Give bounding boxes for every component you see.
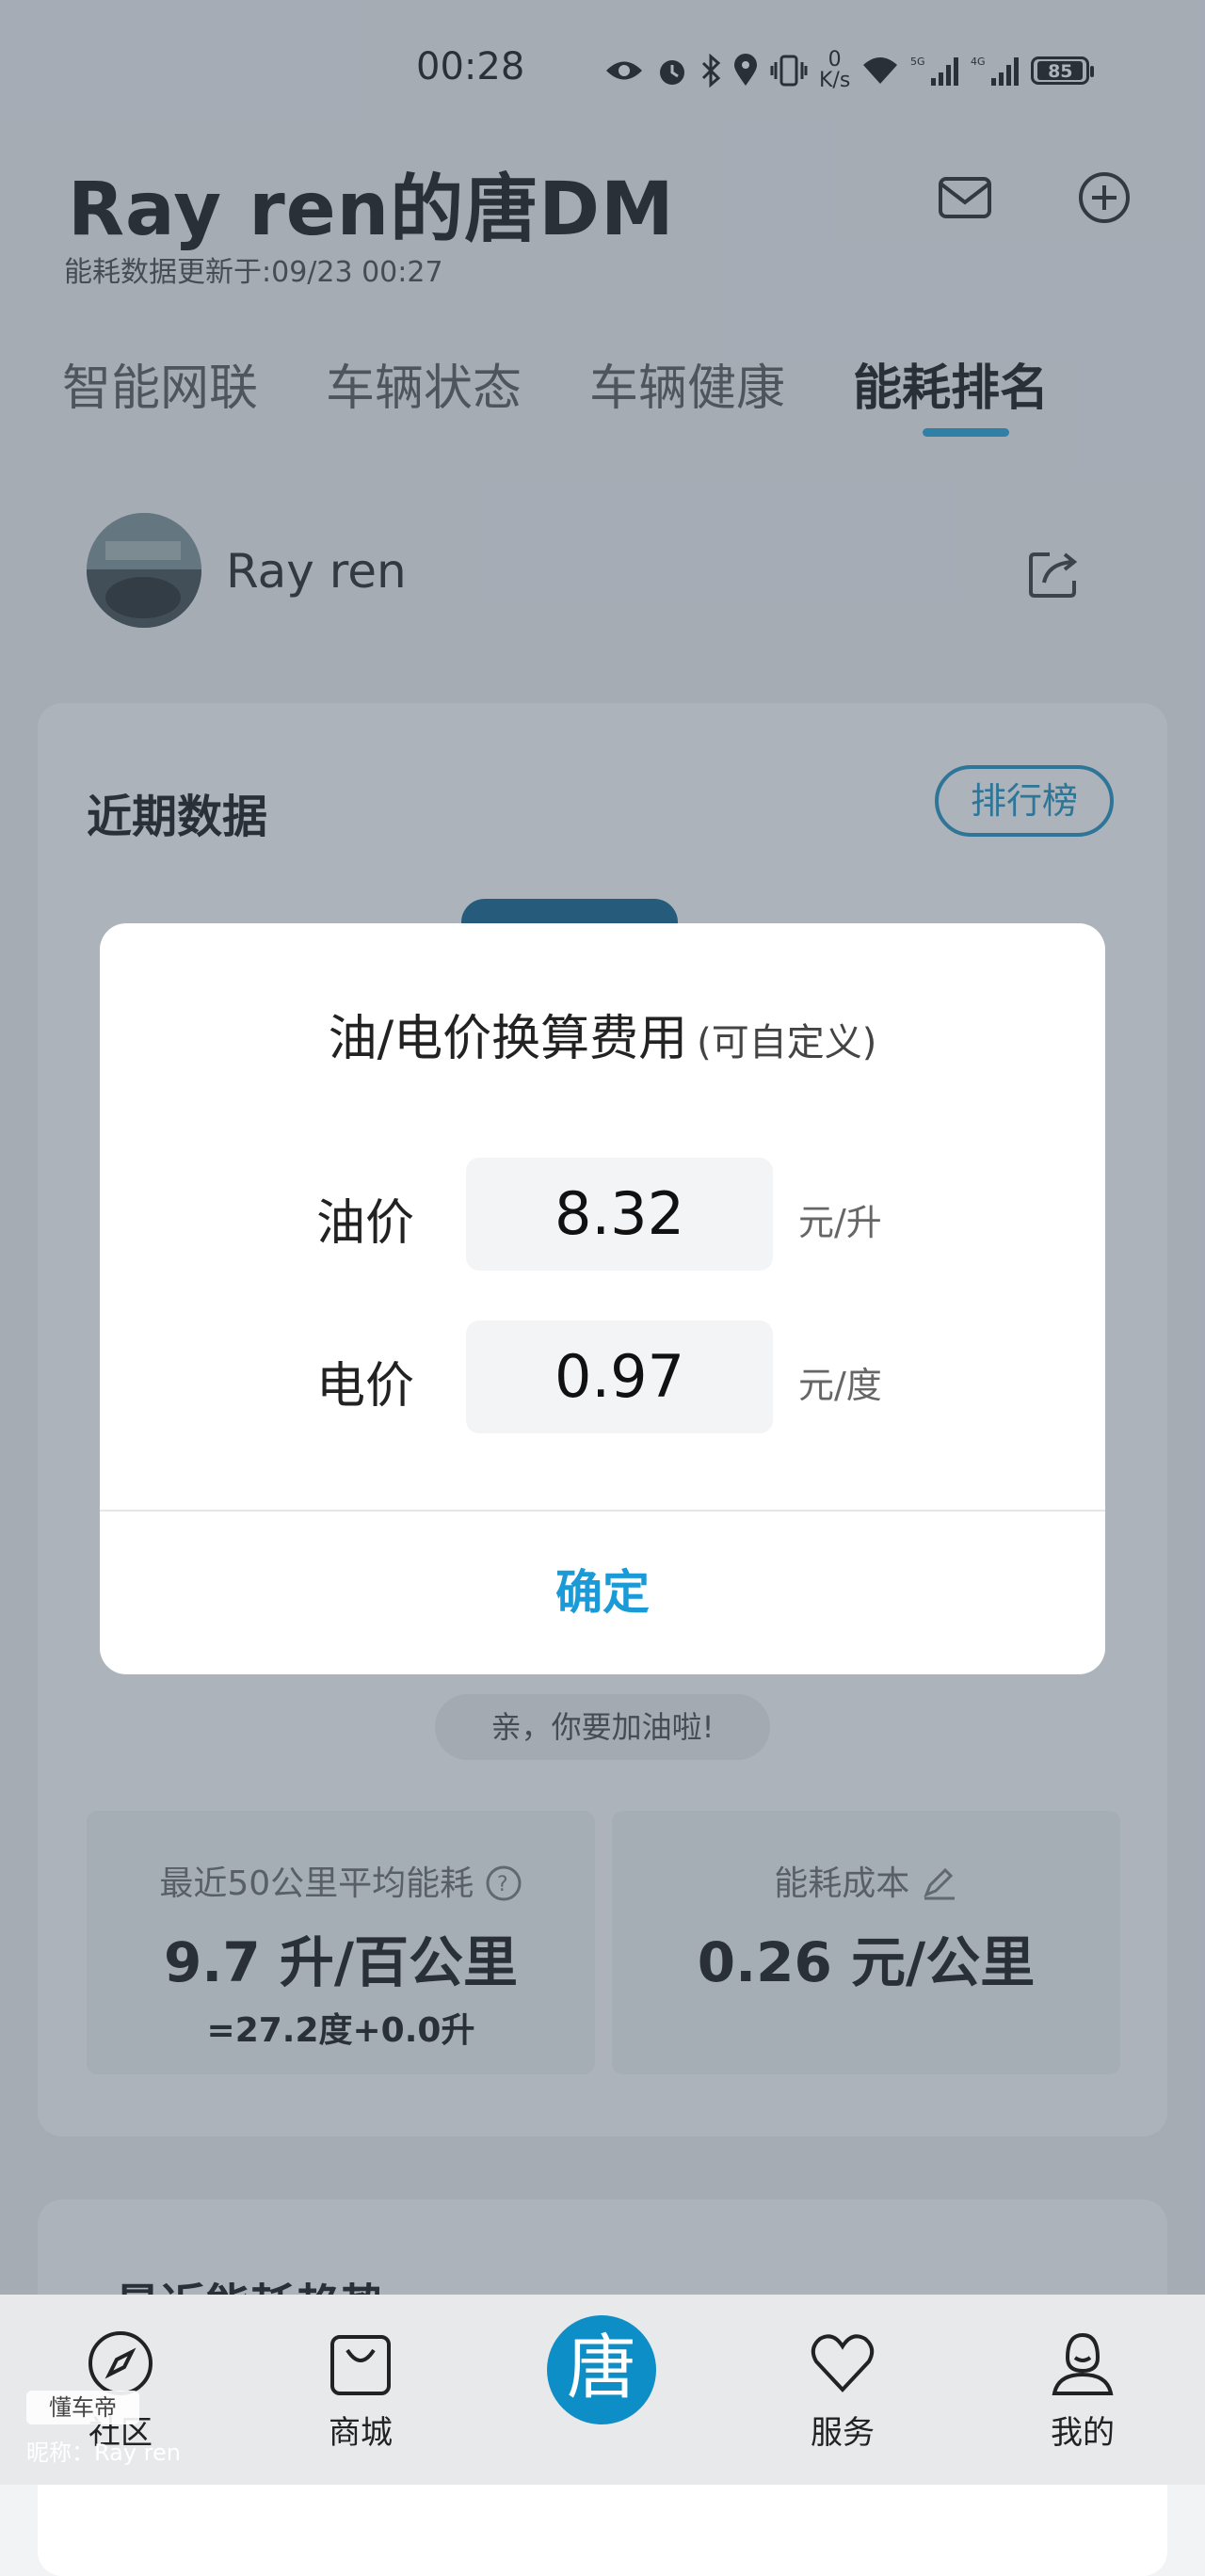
watermark-nickname: 昵称：Ray ren <box>26 2440 182 2466</box>
shopping-bag-icon <box>330 2335 391 2395</box>
oil-price-input[interactable]: 8.32 <box>466 1158 773 1271</box>
compass-icon <box>88 2331 153 2395</box>
elec-price-input[interactable]: 0.97 <box>466 1320 773 1433</box>
elec-price-label: 电价 <box>316 1358 415 1415</box>
nav-profile[interactable]: 我的 <box>998 2329 1167 2453</box>
nav-center-logo[interactable]: 唐 <box>547 2315 656 2424</box>
dialog-title: 油/电价换算费用 (可自定义) <box>328 1011 877 1067</box>
price-dialog: 油/电价换算费用 (可自定义) 油价 8.32 元/升 电价 0.97 元/度 确… <box>100 923 1105 1674</box>
watermark-logo: 懂车帝 <box>26 2391 139 2424</box>
user-icon <box>1052 2332 1114 2395</box>
nav-mall[interactable]: 商城 <box>276 2329 445 2453</box>
oil-price-unit: 元/升 <box>798 1202 882 1243</box>
heart-icon <box>811 2334 875 2392</box>
nav-service[interactable]: 服务 <box>758 2329 927 2453</box>
confirm-button[interactable]: 确定 <box>100 1512 1105 1674</box>
dialog-title-hint: (可自定义) <box>697 1021 877 1064</box>
oil-price-label: 油价 <box>316 1195 415 1252</box>
elec-price-unit: 元/度 <box>798 1365 882 1406</box>
